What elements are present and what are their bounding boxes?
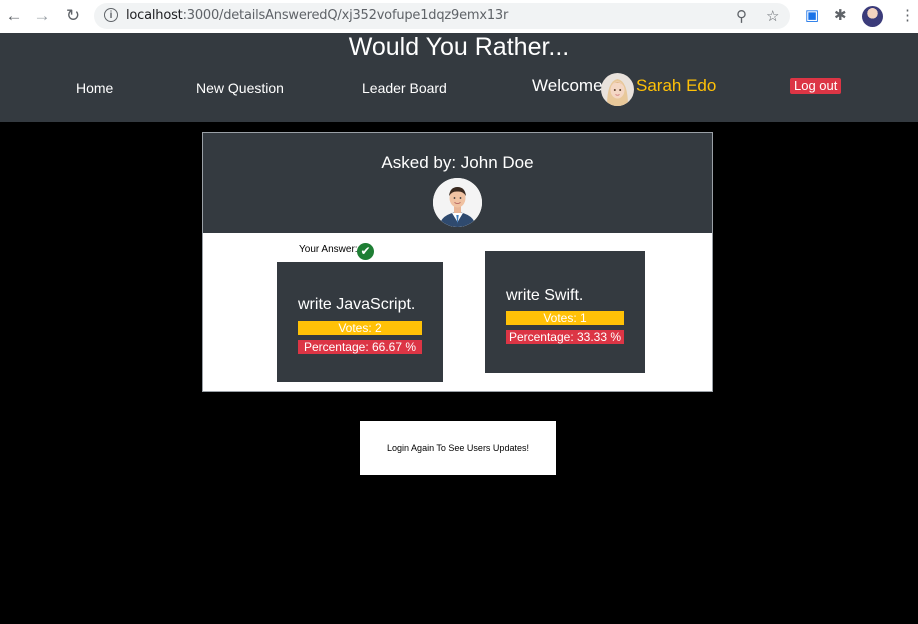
reload-icon[interactable]: ↻ — [62, 5, 84, 27]
option-text: write JavaScript. — [298, 296, 416, 313]
question-card-header: Asked by: John Doe — [203, 133, 712, 233]
forward-arrow-icon[interactable]: → — [31, 5, 53, 27]
option-one-card: write JavaScript. Votes: 2 Percentage: 6… — [277, 262, 443, 382]
navbar: Home New Question Leader Board Welcome S… — [0, 64, 918, 122]
percentage-bar: Percentage: 66.67 % — [298, 340, 422, 354]
current-user-name: Sarah Edo — [636, 76, 717, 95]
author-avatar — [433, 178, 482, 227]
menu-kebab-icon[interactable]: ⋮ — [900, 6, 915, 24]
nav-new-question-link[interactable]: New Question — [196, 80, 284, 96]
back-arrow-icon[interactable]: ← — [3, 5, 25, 27]
nav-home-link[interactable]: Home — [76, 80, 113, 96]
browser-toolbar: ← → ↻ i localhost:3000/detailsAnsweredQ/… — [0, 0, 918, 34]
welcome-text: Welcome — [532, 76, 603, 95]
user-avatar — [601, 73, 634, 106]
votes-bar: Votes: 1 — [506, 311, 624, 325]
logout-button[interactable]: Log out — [790, 78, 842, 94]
address-bar[interactable]: i localhost:3000/detailsAnsweredQ/xj352v… — [94, 3, 790, 29]
login-again-notice: Login Again To See Users Updates! — [360, 421, 556, 475]
profile-avatar-icon[interactable] — [862, 6, 883, 27]
notice-text: Login Again To See Users Updates! — [387, 443, 529, 453]
bookmark-star-icon[interactable]: ☆ — [766, 7, 779, 25]
app-title-bar: Would You Rather... — [0, 33, 918, 64]
info-icon[interactable]: i — [104, 8, 118, 22]
percentage-bar: Percentage: 33.33 % — [506, 330, 624, 344]
checkmark-icon: ✔ — [357, 243, 374, 260]
question-card: Asked by: John Doe Your Answer: ✔ write … — [202, 132, 713, 392]
asked-by-text: Asked by: John Doe — [381, 153, 534, 172]
url-text[interactable]: localhost:3000/detailsAnsweredQ/xj352vof… — [126, 8, 508, 23]
votes-bar: Votes: 2 — [298, 321, 422, 335]
app-title: Would You Rather... — [348, 33, 570, 61]
screen-capture-extension-icon[interactable]: ▣ — [805, 6, 819, 24]
nav-leader-board-link[interactable]: Leader Board — [362, 80, 447, 96]
your-answer-label: Your Answer: — [299, 244, 358, 255]
option-text: write Swift. — [506, 287, 584, 304]
option-two-card: write Swift. Votes: 1 Percentage: 33.33 … — [485, 251, 645, 373]
extensions-puzzle-icon[interactable]: ✱ — [834, 6, 847, 24]
zoom-icon[interactable]: ⚲ — [736, 7, 747, 25]
